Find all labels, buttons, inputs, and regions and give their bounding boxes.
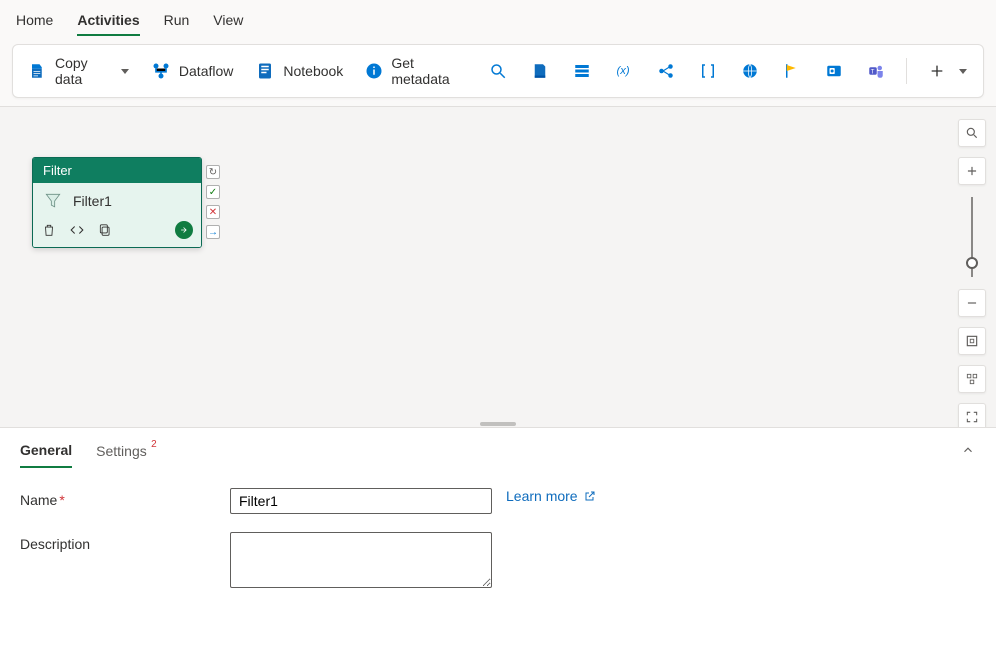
- teams-button[interactable]: T: [858, 57, 894, 85]
- form-row-name: Name* Learn more: [20, 488, 976, 514]
- tab-home[interactable]: Home: [16, 8, 53, 36]
- append-variable-button[interactable]: [690, 57, 726, 85]
- output-completion-marker[interactable]: ↻: [206, 165, 220, 179]
- activity-type-label: Filter: [33, 158, 201, 183]
- pipeline-canvas[interactable]: Filter Filter1 ↻ ✓ ✕ →: [0, 106, 996, 427]
- outlook-icon: [824, 61, 844, 81]
- required-asterisk: *: [59, 492, 64, 508]
- zoom-controls: [958, 119, 986, 427]
- dataflow-icon: [151, 61, 171, 81]
- dataflow-label: Dataflow: [179, 63, 233, 79]
- description-label: Description: [20, 532, 230, 552]
- teams-icon: T: [866, 61, 886, 81]
- search-icon: [488, 61, 508, 81]
- activity-output-markers: ↻ ✓ ✕ →: [206, 165, 220, 239]
- ribbon-tabs: Home Activities Run View: [0, 0, 996, 36]
- script-button[interactable]: [522, 57, 558, 85]
- office-365-button[interactable]: [816, 57, 852, 85]
- activity-body: Filter1: [33, 183, 201, 217]
- plus-icon: [927, 61, 947, 81]
- script-icon: [530, 61, 550, 81]
- panel-tabs: General Settings 2: [0, 428, 996, 468]
- zoom-slider-thumb[interactable]: [966, 257, 978, 269]
- info-icon: [365, 61, 383, 81]
- get-metadata-button[interactable]: Get metadata: [357, 51, 474, 91]
- toolbar-container: Copy data Dataflow Notebook Get metadata…: [0, 36, 996, 106]
- add-activity-button[interactable]: [919, 57, 975, 85]
- delete-activity-button[interactable]: [41, 222, 57, 238]
- get-metadata-label: Get metadata: [391, 55, 466, 87]
- variable-icon: (x): [614, 61, 634, 81]
- panel-body-general: Name* Learn more Description: [0, 468, 996, 616]
- settings-error-badge: 2: [151, 439, 157, 450]
- name-label: Name*: [20, 488, 230, 508]
- name-input[interactable]: [230, 488, 492, 514]
- description-textarea[interactable]: [230, 532, 492, 588]
- canvas-search-button[interactable]: [958, 119, 986, 147]
- auto-align-button[interactable]: [958, 365, 986, 393]
- lookup-button[interactable]: [480, 57, 516, 85]
- tab-activities[interactable]: Activities: [77, 8, 139, 36]
- zoom-out-button[interactable]: [958, 289, 986, 317]
- activity-footer: [33, 217, 201, 247]
- bracket-icon: [698, 61, 718, 81]
- copy-data-icon: [29, 61, 47, 81]
- zoom-slider[interactable]: [971, 197, 973, 277]
- dataflow-button[interactable]: Dataflow: [143, 57, 241, 85]
- tab-run[interactable]: Run: [164, 8, 190, 36]
- view-code-button[interactable]: [69, 222, 85, 238]
- form-row-description: Description: [20, 532, 976, 588]
- svg-text:(x): (x): [617, 65, 630, 77]
- set-variable-button[interactable]: (x): [606, 57, 642, 85]
- panel-tab-settings-label: Settings: [96, 443, 147, 459]
- learn-more-link[interactable]: Learn more: [506, 488, 596, 504]
- svg-text:T: T: [871, 69, 875, 75]
- output-failure-marker[interactable]: ✕: [206, 205, 220, 219]
- output-skip-marker[interactable]: →: [206, 225, 220, 239]
- tab-view[interactable]: View: [213, 8, 243, 36]
- external-link-icon: [584, 490, 596, 502]
- rows-icon: [572, 61, 592, 81]
- panel-tab-general[interactable]: General: [20, 442, 72, 468]
- nodes-icon: [656, 61, 676, 81]
- activity-name-label: Filter1: [73, 193, 112, 209]
- panel-tab-settings[interactable]: Settings 2: [96, 443, 147, 467]
- activities-toolbar: Copy data Dataflow Notebook Get metadata…: [12, 44, 984, 98]
- activity-card-filter[interactable]: Filter Filter1: [32, 157, 202, 248]
- filter-icon: [43, 191, 63, 211]
- azure-function-button[interactable]: [648, 57, 684, 85]
- globe-icon: [740, 61, 760, 81]
- toolbar-separator: [906, 58, 907, 84]
- webhook-button[interactable]: [774, 57, 810, 85]
- copy-data-button[interactable]: Copy data: [21, 51, 137, 91]
- collapse-panel-button[interactable]: [956, 438, 980, 462]
- clone-activity-button[interactable]: [97, 222, 113, 238]
- panel-splitter[interactable]: [0, 421, 996, 427]
- copy-data-label: Copy data: [55, 55, 109, 87]
- zoom-in-button[interactable]: [958, 157, 986, 185]
- run-activity-button[interactable]: [175, 221, 193, 239]
- output-success-marker[interactable]: ✓: [206, 185, 220, 199]
- flag-icon: [782, 61, 802, 81]
- notebook-icon: [255, 61, 275, 81]
- zoom-fit-button[interactable]: [958, 327, 986, 355]
- properties-panel: General Settings 2 Name* Learn more Desc…: [0, 427, 996, 657]
- notebook-button[interactable]: Notebook: [247, 57, 351, 85]
- stored-procedure-button[interactable]: [564, 57, 600, 85]
- notebook-label: Notebook: [283, 63, 343, 79]
- web-button[interactable]: [732, 57, 768, 85]
